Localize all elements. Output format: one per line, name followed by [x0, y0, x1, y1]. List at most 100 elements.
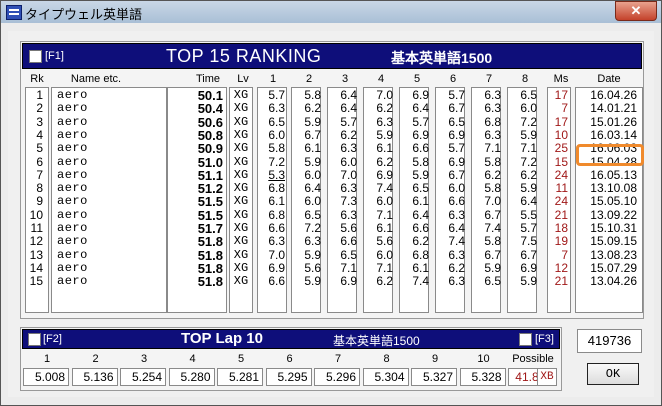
f2-checkbox[interactable]	[28, 333, 41, 346]
name-cell: aero	[57, 141, 88, 156]
level-cell: XG	[233, 194, 249, 209]
time-cell: 51.5	[197, 207, 223, 223]
time-cell: 51.8	[197, 234, 223, 250]
name-cell: aero	[57, 194, 88, 209]
ranking-subtitle: 基本英単語1500	[391, 50, 493, 66]
app-window: タイプウェル英単語 ✕ [F1] TOP 15 RANKING 基本英単語150…	[0, 0, 662, 406]
section-time-cell: 6.2	[412, 234, 429, 249]
lap-col-header: 4	[189, 353, 196, 365]
section-time-cell: 6.7	[304, 127, 321, 142]
miss-cell: 24	[554, 167, 568, 182]
f3-checkbox[interactable]	[519, 333, 532, 346]
lap-value: 5.304	[362, 368, 409, 386]
section-time-cell: 6.3	[340, 207, 357, 222]
section-time-cell: 7.1	[520, 141, 537, 156]
time-cell: 51.8	[197, 260, 223, 276]
time-cell: 51.5	[197, 194, 223, 210]
time-cell: 51.1	[197, 167, 223, 183]
app-icon	[6, 5, 22, 20]
name-cell: aero	[57, 88, 88, 102]
section-time-cell: 6.3	[484, 127, 501, 142]
lap-col-header: 5	[237, 353, 245, 365]
level-cell: XG	[233, 167, 249, 182]
count-display: 419736	[577, 329, 642, 353]
section-time-cell: 6.2	[484, 167, 501, 182]
rank-cell: 4	[36, 127, 43, 142]
section-time-cell: 6.3	[484, 101, 501, 116]
section-time-cell: 7.2	[520, 154, 537, 169]
section-time-cell: 6.3	[268, 234, 285, 249]
ok-button[interactable]: OK	[587, 363, 639, 385]
section-time-cell: 6.4	[340, 101, 357, 116]
f1-label: [F1]	[45, 50, 64, 62]
date-cell: 15.07.29	[590, 260, 637, 275]
col-header: 6	[449, 73, 457, 85]
ranking-title: TOP 15 RANKING	[166, 46, 322, 66]
miss-cell: 11	[555, 181, 568, 196]
time-cell: 51.8	[197, 247, 223, 263]
section-time-cell: 5.6	[376, 234, 393, 249]
col-header: Name etc.	[70, 73, 122, 85]
highlight-box	[576, 144, 644, 166]
miss-cell: 7	[561, 247, 568, 262]
section-time-cell: 5.7	[520, 221, 537, 235]
lap-level: XB	[537, 368, 557, 386]
section-time-cell: 6.2	[376, 101, 393, 116]
close-button[interactable]: ✕	[615, 1, 657, 21]
level-cell: XG	[233, 260, 249, 275]
section-time-cell: 5.9	[304, 274, 321, 289]
col-header: Time	[195, 73, 221, 85]
level-cell: XG	[233, 114, 249, 129]
section-time-cell: 6.2	[340, 127, 357, 142]
name-cell: aero	[57, 247, 88, 262]
section-time-cell: 6.1	[412, 260, 429, 275]
section-time-cell: 5.9	[304, 114, 321, 129]
name-cell: aero	[57, 260, 88, 275]
name-cell: aero	[57, 274, 88, 289]
time-cell: 50.6	[197, 114, 223, 130]
lap-value: 5.136	[71, 368, 118, 386]
rank-cell: 2	[36, 101, 43, 116]
date-cell: 13.09.22	[590, 207, 637, 222]
time-cell: 51.7	[197, 221, 223, 236]
miss-cell: 21	[554, 207, 568, 222]
section-time-cell: 5.7	[268, 88, 285, 102]
section-time-cell: 6.8	[412, 247, 429, 262]
miss-cell: 7	[561, 101, 568, 116]
lap-subtitle: 基本英単語1500	[333, 334, 420, 348]
section-time-cell: 6.7	[520, 247, 537, 262]
name-cell: aero	[57, 181, 88, 196]
level-cell: XG	[233, 247, 249, 262]
section-time-cell: 6.1	[376, 221, 393, 235]
section-time-cell: 6.6	[340, 234, 357, 249]
lap-col-header: 7	[334, 353, 342, 365]
section-time-cell: 6.3	[376, 114, 393, 129]
section-time-cell: 6.4	[448, 221, 465, 235]
section-time-cell: 6.6	[412, 221, 429, 235]
miss-cell: 17	[554, 88, 568, 102]
lap-value: 5.296	[314, 368, 360, 386]
level-cell: XG	[233, 221, 249, 235]
section-time-cell: 6.2	[376, 154, 393, 169]
section-time-cell: 6.5	[520, 88, 537, 102]
section-time-cell: 6.9	[340, 274, 357, 289]
section-time-cell: 7.4	[412, 274, 429, 289]
section-time-cell: 7.0	[376, 88, 393, 102]
section-time-cell: 5.7	[448, 141, 465, 156]
section-time-cell: 6.7	[484, 207, 501, 222]
rank-cell: 14	[29, 260, 43, 275]
section-time-cell: 5.9	[304, 247, 321, 262]
miss-cell: 15	[554, 154, 568, 169]
title-bar[interactable]: タイプウェル英単語 ✕	[1, 1, 661, 23]
lap-col-header: 6	[286, 353, 293, 365]
date-cell: 13.10.08	[590, 181, 637, 196]
name-cell: aero	[57, 221, 88, 235]
col-header: Rk	[30, 73, 44, 85]
section-time-cell: 5.7	[340, 114, 357, 129]
section-time-cell: 6.0	[520, 101, 537, 116]
section-time-cell: 6.2	[304, 101, 321, 116]
section-time-cell: 7.4	[376, 181, 393, 196]
name-cell: aero	[57, 207, 88, 222]
rank-cell: 12	[29, 234, 43, 249]
f1-checkbox[interactable]	[29, 50, 42, 63]
